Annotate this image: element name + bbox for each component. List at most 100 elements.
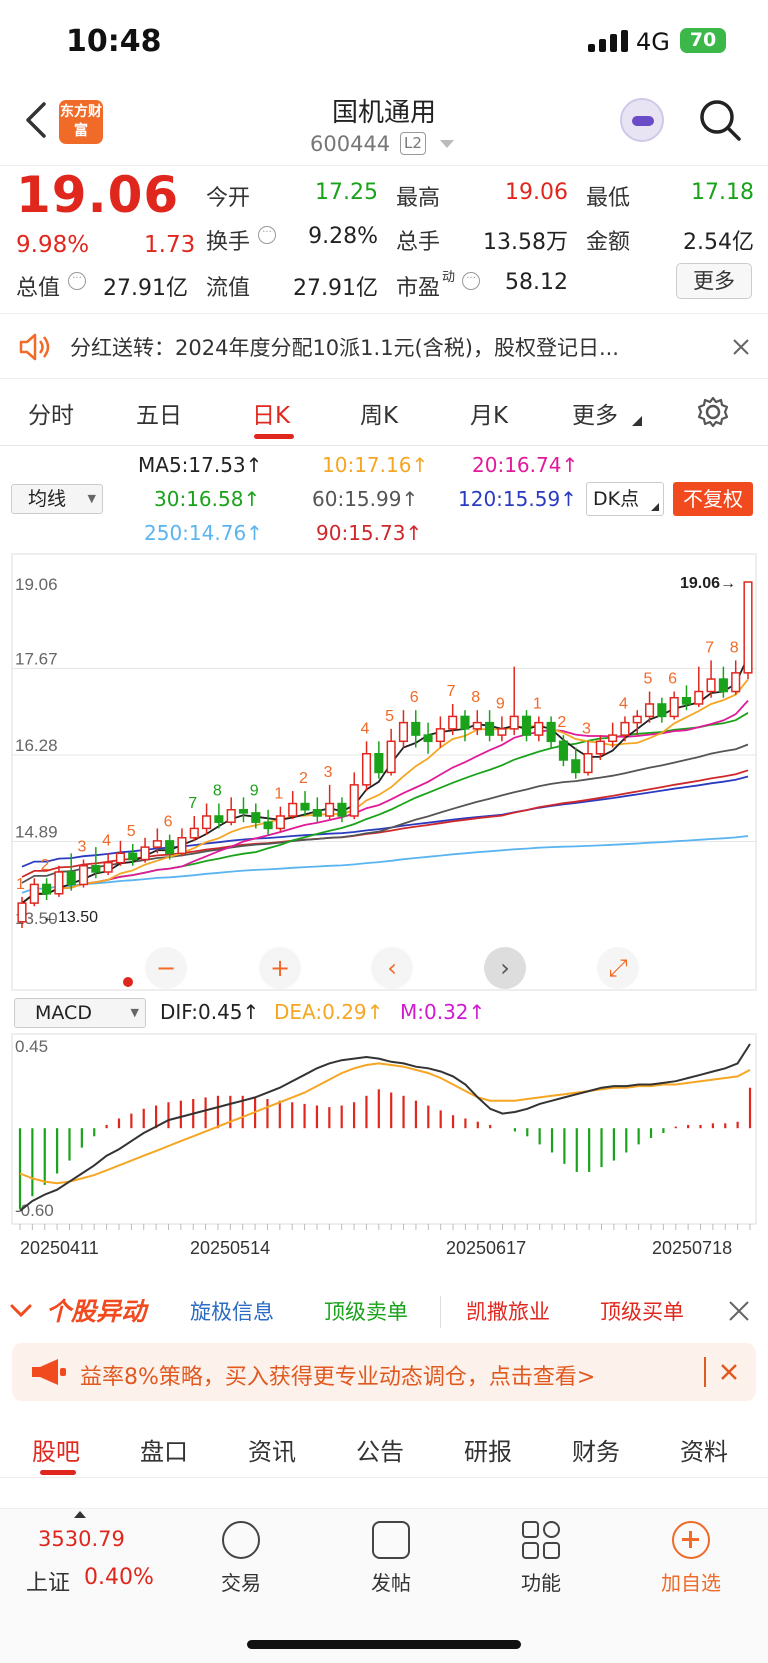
candle-body <box>706 678 716 693</box>
notice-text: 分红送转：2024年度分配10派1.1元(含税)，股权登记日... <box>70 336 619 360</box>
candle-body <box>386 740 396 774</box>
chart-control-2[interactable]: + <box>259 947 301 989</box>
alert-tab-3[interactable]: 凯撒旅业 <box>466 1296 550 1326</box>
tab-more[interactable]: 更多 <box>572 396 618 430</box>
tab-research[interactable]: 研报 <box>464 1432 512 1467</box>
more-button[interactable]: 更多 <box>676 263 752 299</box>
td-signal-label: 7 <box>188 795 197 812</box>
dropdown-icon: ▼ <box>87 492 96 505</box>
tabbar-function[interactable]: 功能 <box>491 1521 591 1596</box>
tab-guba[interactable]: 股吧 <box>32 1432 80 1467</box>
tab-weekly-k[interactable]: 周K <box>360 396 398 430</box>
ma20-label: 20:16.74↑ <box>472 453 579 477</box>
ma5-line <box>21 656 749 904</box>
candle-body <box>374 753 384 774</box>
stock-alert-bar: 个股异动 旋极信息 顶级卖单 凯撒旅业 顶级买单 <box>0 1282 768 1340</box>
y-tick-label: 14.89 <box>15 823 58 842</box>
tab-news[interactable]: 资讯 <box>248 1432 296 1467</box>
dk-point-button[interactable]: DK点 <box>586 482 664 516</box>
dif-label: DIF:0.45↑ <box>160 1000 260 1024</box>
candle-body <box>312 809 322 817</box>
tab-intraday[interactable]: 分时 <box>28 396 74 430</box>
ma-select-label: 均线 <box>28 488 67 510</box>
battery-icon: 70 <box>680 28 726 53</box>
indicator-select[interactable]: MACD ▼ <box>14 998 146 1028</box>
dk-label: DK点 <box>593 488 640 510</box>
close-icon[interactable] <box>720 1363 738 1381</box>
quote-panel: 19.06 9.98% 1.73 今开 17.25 最高 19.06 最低 17… <box>0 166 768 312</box>
amount-value: 2.54亿 <box>683 230 754 255</box>
candle-body <box>349 784 359 817</box>
candle-body <box>361 753 372 786</box>
chart-control-1[interactable]: − <box>145 947 187 989</box>
tab-pankou[interactable]: 盘口 <box>140 1432 188 1467</box>
kline-chart[interactable]: 19.0617.6716.2814.8913.50123 45678 9 12 3456… <box>0 552 768 994</box>
candle-body <box>29 883 39 904</box>
tab-announcements[interactable]: 公告 <box>356 1432 404 1467</box>
candle-body <box>681 696 692 705</box>
adjust-button[interactable]: 不复权 <box>673 482 753 516</box>
tabbar-trade[interactable]: 交易 <box>191 1521 291 1596</box>
tabbar-post[interactable]: 发帖 <box>341 1521 441 1596</box>
td-signal-label: 2 <box>557 714 566 731</box>
signal-icon <box>588 30 628 52</box>
tabbar-add-watchlist[interactable]: 加自选 <box>641 1521 741 1596</box>
robot-assistant-icon[interactable] <box>620 98 664 142</box>
td-signal-label: 7 <box>705 639 714 656</box>
volume-value: 13.58万 <box>483 230 568 255</box>
tab-five-day[interactable]: 五日 <box>136 396 182 430</box>
candle-body <box>644 703 655 718</box>
chart-control-4[interactable]: › <box>484 947 526 989</box>
macd-chart[interactable]: 0.45-0.6020250411 20250514 20250617 2025071… <box>0 1032 768 1274</box>
y-tick-label: 17.67 <box>15 650 58 669</box>
candle-body <box>337 802 347 817</box>
chart-control-5[interactable]: ⤢ <box>597 947 639 989</box>
candle-body <box>238 809 249 814</box>
dividend-notice[interactable]: 分红送转：2024年度分配10派1.1元(含税)，股权登记日... <box>0 313 768 379</box>
info-icon[interactable]: ··· <box>462 272 480 290</box>
chart-control-3[interactable]: ‹ <box>371 947 413 989</box>
alert-tab-4[interactable]: 顶级买单 <box>600 1296 684 1326</box>
candle-body <box>152 840 162 848</box>
candle-body <box>534 721 544 736</box>
ma10-label: 10:17.16↑ <box>322 453 429 477</box>
td-signal-label: 8 <box>213 783 222 800</box>
low-label: 最低 <box>586 186 631 211</box>
alert-tab-1[interactable]: 旋极信息 <box>190 1296 274 1326</box>
tab-monthly-k[interactable]: 月K <box>470 396 508 430</box>
candle-body <box>472 721 482 730</box>
index-name[interactable]: 上证 <box>26 1565 70 1597</box>
info-icon[interactable]: ··· <box>258 226 276 244</box>
y-tick-label: 16.28 <box>15 736 58 755</box>
search-icon[interactable] <box>698 98 742 142</box>
market-cap-value: 27.91亿 <box>103 276 188 301</box>
candle-body <box>300 802 310 811</box>
promo-text: 益率8%策略，买入获得更专业动态调仓，点击查看> <box>80 1365 596 1390</box>
gear-icon[interactable] <box>697 396 729 428</box>
level2-badge[interactable]: L2 <box>400 132 426 155</box>
tab-daily-k[interactable]: 日K <box>252 396 290 430</box>
chevron-down-icon[interactable] <box>10 1304 32 1318</box>
stock-code[interactable]: 600444 <box>310 132 390 156</box>
ma-legend: MA5:17.53↑ 10:17.16↑ 20:16.74↑ 均线 ▼ 30:16… <box>0 447 768 551</box>
promo-banner[interactable]: 益率8%策略，买入获得更专业动态调仓，点击查看> <box>12 1343 756 1401</box>
candle-body <box>42 883 52 895</box>
info-icon[interactable]: ··· <box>68 272 86 290</box>
control-glyph: + <box>270 954 290 982</box>
candle-body <box>595 740 605 755</box>
close-icon[interactable] <box>733 339 749 355</box>
change-percent: 9.98% <box>16 232 90 258</box>
index-change[interactable]: 0.40% <box>84 1565 154 1590</box>
index-value[interactable]: 3530.79 <box>38 1527 125 1551</box>
candle-body <box>103 861 113 873</box>
pe-label: 市盈 <box>396 276 441 301</box>
close-icon[interactable] <box>728 1300 750 1322</box>
tab-profile[interactable]: 资料 <box>680 1432 728 1467</box>
alert-tab-2[interactable]: 顶级卖单 <box>324 1296 408 1326</box>
y-tick-label: 0.45 <box>15 1037 48 1056</box>
candle-body <box>66 871 76 886</box>
tab-finance[interactable]: 财务 <box>572 1432 620 1467</box>
ma-select[interactable]: 均线 ▼ <box>11 484 103 514</box>
open-label: 今开 <box>206 186 251 211</box>
caret-down-icon[interactable] <box>440 140 454 150</box>
